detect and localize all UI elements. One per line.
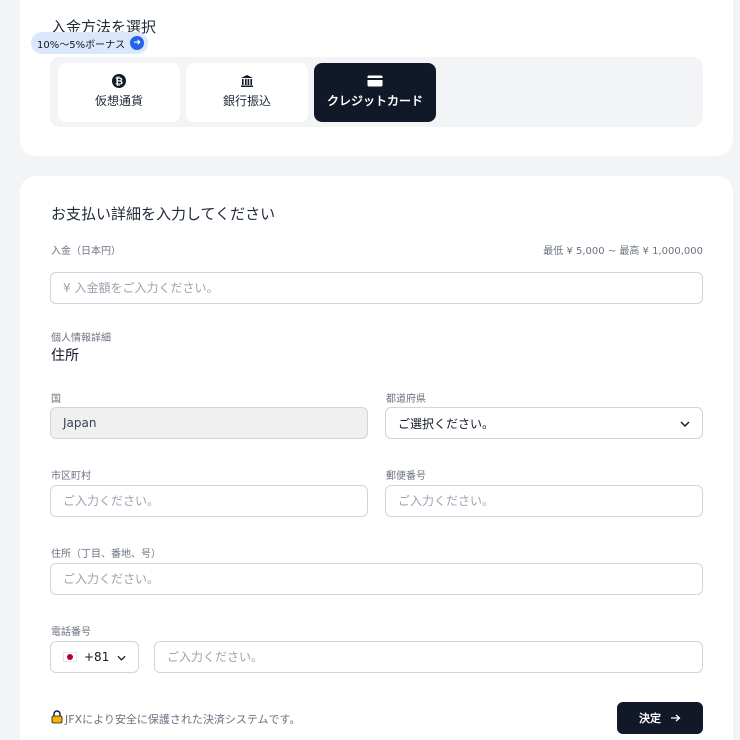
bank-icon [240, 74, 254, 88]
security-note: JFXにより安全に保護された決済システムです。 [51, 710, 300, 727]
arrow-right-icon: ➜ [130, 36, 145, 50]
arrow-right-icon [671, 712, 681, 725]
method-credit-card-button[interactable]: クレジットカード [314, 63, 436, 122]
payment-details-card: お支払い詳細を入力してください 入金（日本円） 最低 ¥ 5,000 ~ 最高 … [20, 176, 733, 740]
japan-flag-icon [63, 652, 77, 662]
phone-input[interactable] [167, 650, 690, 664]
prefecture-value: ご選択ください。 [398, 416, 495, 431]
section-title: お支払い詳細を入力してください [51, 205, 276, 223]
bonus-badge[interactable]: 10%〜5%ボーナス ➜ [31, 32, 149, 54]
amount-label: 入金（日本円） [51, 246, 121, 257]
country-code-value: +81 [84, 650, 110, 664]
street-input[interactable] [63, 572, 690, 586]
chevron-down-icon [680, 416, 690, 430]
address-heading: 住所 [51, 348, 79, 364]
phone-field[interactable] [154, 641, 703, 673]
postal-label: 郵便番号 [386, 471, 426, 482]
postal-input[interactable] [398, 494, 690, 508]
deposit-method-card: 入金方法を選択 10%〜5%ボーナス ➜ ₿ 仮想通貨 銀行振込 クレジットカー… [20, 0, 733, 156]
bitcoin-icon: ₿ [112, 74, 126, 88]
bonus-badge-text: 10%〜5%ボーナス [37, 39, 126, 51]
submit-button[interactable]: 決定 [617, 702, 703, 734]
street-label: 住所（丁目、番地、号） [51, 549, 161, 560]
lock-icon [51, 710, 63, 727]
personal-info-label: 個人情報詳細 [51, 333, 111, 344]
credit-card-icon [367, 74, 383, 88]
city-label: 市区町村 [51, 471, 91, 482]
city-field[interactable] [50, 485, 368, 517]
prefecture-label: 都道府県 [386, 394, 426, 405]
method-label: 銀行振込 [222, 94, 271, 108]
city-input[interactable] [63, 494, 355, 508]
street-field[interactable] [50, 563, 703, 595]
security-note-text: JFXにより安全に保護された決済システムです。 [65, 712, 301, 726]
amount-input[interactable] [63, 281, 690, 295]
country-field: Japan [50, 407, 368, 439]
country-value: Japan [63, 416, 97, 430]
submit-label: 決定 [639, 712, 661, 725]
phone-label: 電話番号 [51, 627, 91, 638]
amount-limits: 最低 ¥ 5,000 ~ 最高 ¥ 1,000,000 [543, 246, 703, 257]
method-label: クレジットカード [326, 94, 423, 108]
svg-text:₿: ₿ [115, 76, 123, 88]
method-selector: ₿ 仮想通貨 銀行振込 クレジットカード [50, 57, 703, 127]
prefecture-select[interactable]: ご選択ください。 [385, 407, 703, 439]
method-bank-transfer-button[interactable]: 銀行振込 [186, 63, 308, 122]
method-crypto-button[interactable]: ₿ 仮想通貨 [58, 63, 180, 122]
method-label: 仮想通貨 [94, 94, 143, 108]
chevron-down-icon [117, 650, 126, 664]
country-code-select[interactable]: +81 [50, 641, 139, 673]
country-label: 国 [51, 394, 61, 405]
postal-field[interactable] [385, 485, 703, 517]
amount-field[interactable] [50, 272, 703, 304]
